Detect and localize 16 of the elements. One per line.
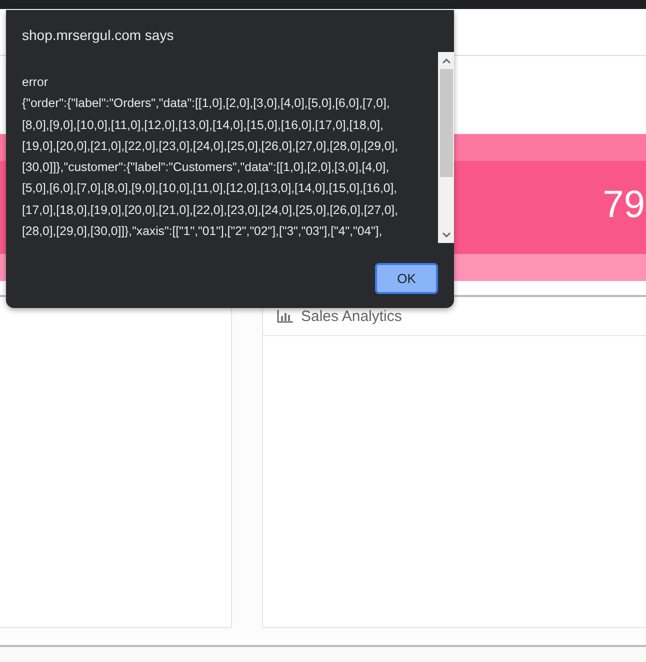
message-line: [8,0],[9,0],[10,0],[11,0],[12,0],[13,0],[14,0],[15,0],[16,0],[17,0],[18,0], [22,116,384,134]
message-line: [17,0],[18,0],[19,0],[20,0],[21,0],[22,0],[23,0],[24,0],[25,0],[26,0],[27,0], [22,202,400,219]
scroll-down-icon[interactable] [442,232,450,238]
message-line: error [22,74,49,91]
message-line: [30,0]]},"customer":{"label":"Customers","data":[[1,0],[2,0],[3,0],[4,0], [22,159,390,176]
message-line: {"order":{"label":"Orders","data":[[1,0],[2,0],[3,0],[4,0],[5,0],[6,0],[7,0], [22,95,391,112]
ok-button[interactable]: OK [375,262,438,294]
dialog-title: shop.mrsergul.com says [21,26,175,45]
scrollbar[interactable] [438,52,454,243]
scroll-up-icon[interactable] [442,58,450,64]
message-line: [28,0],[29,0],[30,0]]},"xaxis":[["1","01"],["2","02"],["3","03"],["4","04"], [22,223,384,240]
message-line: [5,0],[6,0],[7,0],[8,0],[9,0],[10,0],[11,0],[12,0],[13,0],[14,0],[15,0],[16,0], [22,180,398,198]
bar-chart-icon [277,310,293,322]
message-line: [19,0],[20,0],[21,0],[22,0],[23,0],[24,0],[25,0],[26,0],[27,0],[28,0],[29,0], [22,138,400,155]
stat-value: 79 [602,184,645,227]
panel-title: Sales Analytics [301,308,402,324]
